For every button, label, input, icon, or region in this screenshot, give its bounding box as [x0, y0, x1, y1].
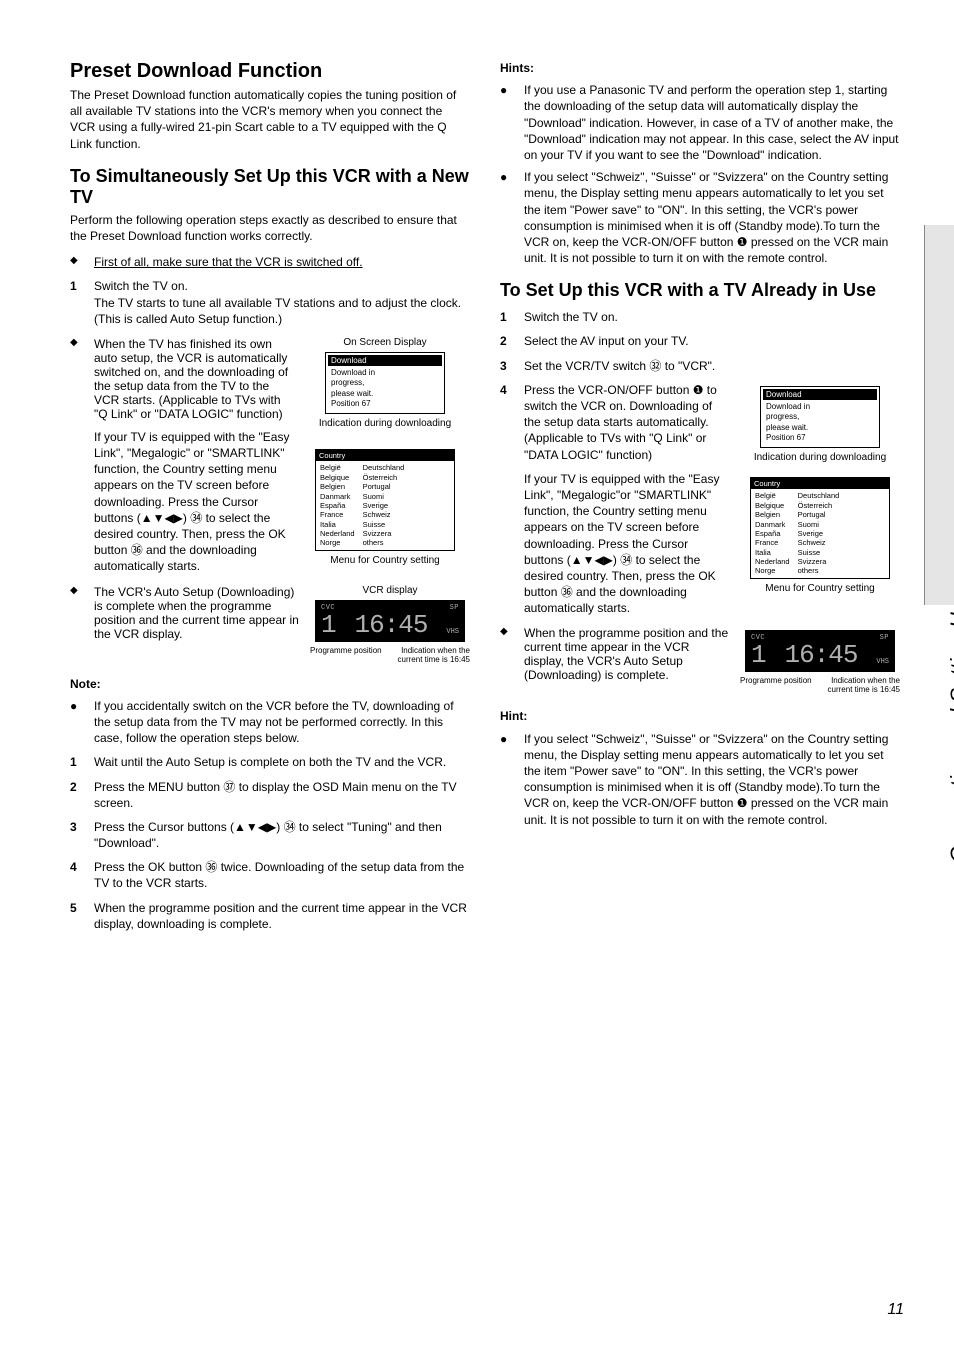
note-step-5: 5When the programme position and the cur…: [70, 900, 470, 932]
step-1-line1: Switch the TV on.: [94, 279, 188, 293]
lcd-time: 16:45: [354, 612, 427, 638]
note-text: If you accidentally switch on the VCR be…: [94, 698, 470, 747]
r-step-4-block: Download Download in progress, please wa…: [500, 382, 900, 617]
hint-2: ●If you select "Schweiz", "Suisse" or "S…: [500, 169, 900, 266]
lcd-display: CVC SP 1 16:45 VHS: [745, 630, 895, 672]
note-bullet: ● If you accidentally switch on the VCR …: [70, 698, 470, 747]
r-country-caption: Menu for Country setting: [740, 583, 900, 594]
osd-title: Download: [328, 355, 442, 366]
step-number: 4: [500, 382, 524, 463]
programme-position-label: Programme position: [740, 676, 812, 694]
bullet-icon: ●: [70, 698, 94, 747]
heading-tv-already-in-use: To Set Up this VCR with a TV Already in …: [500, 280, 900, 301]
osd-body: Download in progress, please wait. Posit…: [763, 400, 877, 446]
country-left-list: België Belgique Belgien Danmark España F…: [316, 461, 359, 549]
osd-title: Download: [763, 389, 877, 400]
country-title: Country: [316, 450, 454, 461]
hint-heading-single: Hint:: [500, 708, 900, 724]
vcr-display-block: VCR display CVC SP 1 16:45 VHS Pr: [310, 585, 470, 664]
precondition-text: First of all, make sure that the VCR is …: [94, 254, 363, 270]
note-step-4: 4Press the OK button ㊱ twice. Downloadin…: [70, 859, 470, 891]
r-step-1: 1Switch the TV on.: [500, 309, 900, 325]
country-right-list: Deutschland Österreich Portugal Suomi Sv…: [359, 461, 409, 549]
download-osd-box: Download Download in progress, please wa…: [325, 352, 445, 415]
bullet-icon: ●: [500, 169, 524, 266]
vcr-display-caption: VCR display: [310, 585, 470, 596]
hint-1-text: If you use a Panasonic TV and perform th…: [524, 82, 900, 163]
country-caption: Menu for Country setting: [300, 555, 470, 566]
note-step-2: 2Press the MENU button ㊲ to display the …: [70, 779, 470, 811]
osd-figure-block: On Screen Display Download Download in p…: [300, 337, 470, 566]
time-indication-label: Indication when the current time is 16:4…: [390, 646, 470, 664]
page-number: 11: [887, 1301, 904, 1319]
hints-heading: Hints:: [500, 60, 900, 76]
diamond-3-block: VCR display CVC SP 1 16:45 VHS Pr: [70, 585, 470, 664]
step-number: 1: [70, 278, 94, 327]
lcd-position: 1: [321, 612, 336, 638]
diamond-3-text: The VCR's Auto Setup (Downloading) is co…: [94, 585, 300, 641]
right-column: Hints: ●If you use a Panasonic TV and pe…: [500, 60, 900, 932]
programme-position-label: Programme position: [310, 646, 382, 664]
hint-single: ●If you select "Schweiz", "Suisse" or "S…: [500, 731, 900, 828]
intro-paragraph: The Preset Download function automatical…: [70, 87, 470, 152]
diamond-icon: ◆: [500, 626, 524, 682]
osd-body: Download in progress, please wait. Posit…: [328, 366, 442, 412]
download-osd-box: Download Download in progress, please wa…: [760, 386, 880, 449]
precondition: ◆ First of all, make sure that the VCR i…: [70, 254, 470, 270]
diamond-2-block: On Screen Display Download Download in p…: [70, 337, 470, 575]
lcd-vhs: VHS: [446, 628, 459, 636]
hint-2-text: If you select "Schweiz", "Suisse" or "Sv…: [524, 169, 900, 266]
note-heading: Note:: [70, 676, 470, 692]
r-vcr-display-block: CVC SP 1 16:45 VHS Programme position In…: [740, 626, 900, 694]
r-diamond-block: CVC SP 1 16:45 VHS Programme position In…: [500, 626, 900, 694]
page: Connecting and Setting Up Preset Downloa…: [0, 0, 954, 1349]
diamond-icon: ◆: [70, 254, 94, 270]
left-column: Preset Download Function The Preset Down…: [70, 60, 470, 932]
hint-1: ●If you use a Panasonic TV and perform t…: [500, 82, 900, 163]
osd-caption-bottom: Indication during downloading: [300, 418, 470, 429]
diamond-icon: ◆: [70, 337, 94, 421]
r-osd-block: Download Download in progress, please wa…: [740, 382, 900, 594]
r-step-4-text: Press the VCR-ON/OFF button ❶ to switch …: [524, 382, 730, 463]
heading-preset-download: Preset Download Function: [70, 60, 470, 83]
country-menu-box: Country België Belgique Belgien Danmark …: [750, 477, 890, 578]
bullet-icon: ●: [500, 82, 524, 163]
time-indication-label: Indication when the current time is 16:4…: [820, 676, 900, 694]
lcd-vhs: VHS: [876, 658, 889, 666]
country-left-list: België Belgique Belgien Danmark España F…: [751, 489, 794, 577]
osd-caption-top: On Screen Display: [300, 337, 470, 348]
lcd-sp: SP: [450, 604, 459, 612]
note-step-3: 3Press the Cursor buttons (▲▼◀▶) ㉞ to se…: [70, 819, 470, 851]
r-step-3: 3Set the VCR/TV switch ㉜ to "VCR".: [500, 358, 900, 374]
side-tab-text: Connecting and Setting Up: [946, 600, 954, 863]
lcd-time: 16:45: [784, 642, 857, 668]
note-step-1: 1Wait until the Auto Setup is complete o…: [70, 754, 470, 770]
lcd-position: 1: [751, 642, 766, 668]
diamond-icon: ◆: [70, 585, 94, 641]
lcd-sp: SP: [880, 634, 889, 642]
two-column-layout: Preset Download Function The Preset Down…: [70, 60, 904, 932]
r-diamond-text: When the programme position and the curr…: [524, 626, 730, 682]
diamond-2a-text: When the TV has finished its own auto se…: [94, 337, 290, 421]
heading-simultaneous-setup: To Simultaneously Set Up this VCR with a…: [70, 166, 470, 208]
bullet-icon: ●: [500, 731, 524, 828]
step-1-line2: The TV starts to tune all available TV s…: [94, 296, 461, 310]
country-title: Country: [751, 478, 889, 489]
country-right-list: Deutschland Österreich Portugal Suomi Sv…: [794, 489, 844, 577]
hint-single-text: If you select "Schweiz", "Suisse" or "Sv…: [524, 731, 900, 828]
step-1: 1 Switch the TV on. The TV starts to tun…: [70, 278, 470, 327]
setup-instruction: Perform the following operation steps ex…: [70, 212, 470, 244]
lcd-display: CVC SP 1 16:45 VHS: [315, 600, 465, 642]
side-tab-bg: [924, 225, 954, 605]
r-dl-caption: Indication during downloading: [740, 452, 900, 463]
country-menu-box: Country België Belgique Belgien Danmark …: [315, 449, 455, 550]
r-step-2: 2Select the AV input on your TV.: [500, 333, 900, 349]
step-1-line3: (This is called Auto Setup function.): [94, 312, 282, 326]
